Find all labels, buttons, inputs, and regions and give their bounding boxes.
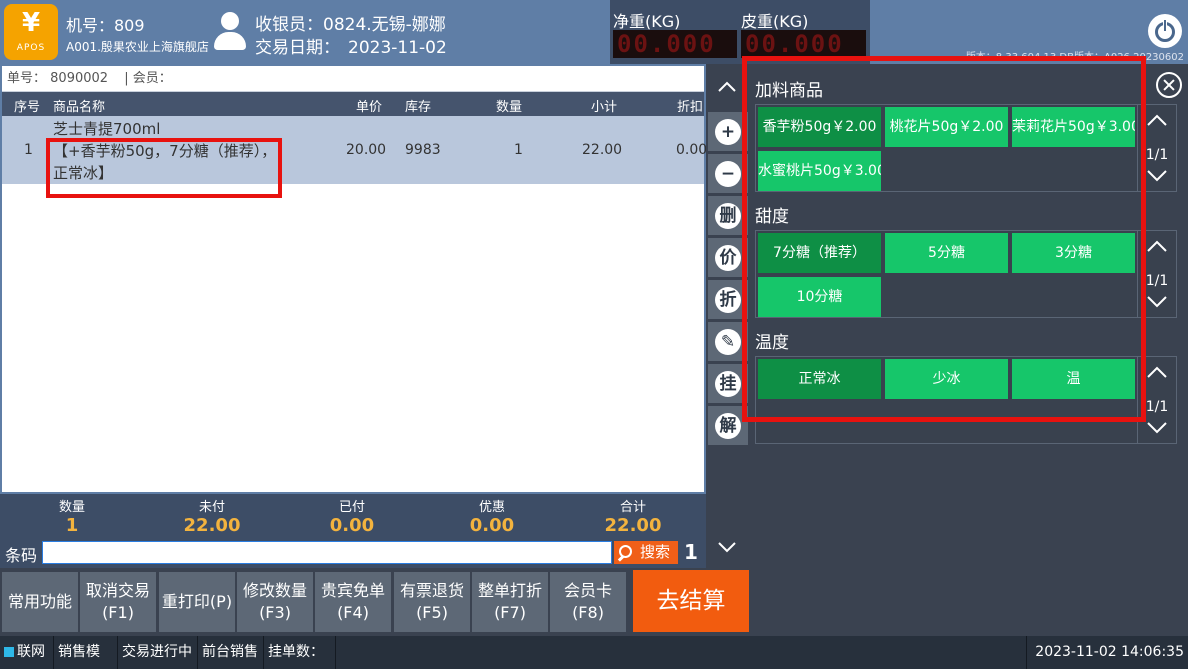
net-weight-label: 净重(KG): [613, 12, 681, 31]
checkout-button[interactable]: 去结算: [633, 570, 749, 632]
pencil-icon: ✎: [715, 329, 741, 355]
col-price: 单价: [356, 100, 383, 115]
order-panel: 单号： 8090002 | 会员： 序号 商品名称 单价 库存 数量 小计 折扣…: [0, 64, 708, 494]
total-paid: 已付 0.00: [329, 500, 375, 536]
page-up-icon[interactable]: [1146, 113, 1168, 127]
total-unpaid: 未付 22.00: [183, 500, 241, 536]
col-seq: 序号: [14, 100, 41, 115]
row-subtotal: 22.00: [582, 142, 623, 158]
yuan-icon: ¥: [21, 8, 41, 38]
cashier-name: 收银员：0824.无锡-娜娜: [255, 15, 446, 35]
col-qty: 数量: [496, 100, 523, 115]
common-functions-button[interactable]: 常用功能: [2, 572, 78, 632]
power-button[interactable]: [1148, 14, 1182, 48]
refund-button[interactable]: 有票退货 (F5): [394, 572, 470, 632]
total-discount: 优惠 0.00: [469, 500, 515, 536]
reprint-button[interactable]: 重打印(P): [159, 572, 235, 632]
barcode-label: 条码: [5, 546, 38, 565]
mode-status: 销售模式: [54, 636, 118, 669]
modify-qty-button[interactable]: 修改数量 (F3): [237, 572, 313, 632]
page-up-icon[interactable]: [1146, 239, 1168, 253]
table-header: 序号 商品名称 单价 库存 数量 小计 折扣: [2, 92, 704, 116]
logo-text: APOS: [16, 43, 46, 53]
row-price: 20.00: [346, 142, 387, 158]
row-qty: 1: [514, 142, 523, 158]
item-count: 1: [684, 540, 698, 564]
network-status: 联网: [0, 636, 54, 669]
page-down-icon[interactable]: [1146, 295, 1168, 309]
tare-weight-label: 皮重(KG): [741, 12, 809, 31]
page-down-icon[interactable]: [1146, 169, 1168, 183]
page-down-icon[interactable]: [1146, 421, 1168, 435]
row-seq: 1: [24, 142, 33, 158]
order-number: 8090002: [50, 71, 109, 86]
pos-screen: ¥ APOS 机号：809 A001.殷果农业上海旗舰店 收银员：0824.无锡…: [0, 0, 1188, 669]
col-subtotal: 小计: [591, 100, 618, 115]
network-icon: [4, 647, 14, 657]
user-icon: [212, 12, 248, 52]
apos-logo: ¥ APOS: [4, 4, 58, 60]
net-weight-value: 00.000: [613, 30, 737, 58]
tare-weight-value: 00.000: [741, 30, 866, 58]
page-up-icon[interactable]: [1146, 365, 1168, 379]
member-label: | 会员：: [124, 71, 172, 86]
member-card-button[interactable]: 会员卡 (F8): [550, 572, 626, 632]
header-right: 版本：8.33.604.13 DB版本：A026.20230602: [870, 0, 1188, 64]
store-name: A001.殷果农业上海旗舰店: [66, 40, 209, 54]
total-qty: 数量 1: [58, 500, 85, 536]
search-button[interactable]: 搜索: [614, 541, 678, 564]
row-stock: 9983: [405, 142, 441, 158]
trading-status: 交易进行中: [118, 636, 198, 669]
order-info: 单号： 8090002 | 会员：: [2, 66, 704, 92]
vip-free-button[interactable]: 贵宾免单 (F4): [315, 572, 391, 632]
scale-display: 净重(KG) 皮重(KG) 00.000 00.000: [610, 0, 870, 64]
scroll-up-icon[interactable]: [716, 76, 738, 98]
highlight-box-order-options: [46, 138, 282, 198]
totals-bar: 数量 1 未付 22.00 已付 0.00 优惠 0.00 合计 22.00: [0, 494, 706, 538]
col-stock: 库存: [405, 100, 432, 115]
front-sales-status: 前台销售: [198, 636, 264, 669]
minus-icon: −: [715, 161, 741, 187]
cancel-transaction-button[interactable]: 取消交易 (F1): [80, 572, 156, 632]
status-bar: 联网 销售模式 交易进行中 前台销售 挂单数：0 2023-11-02 14:0…: [0, 636, 1188, 669]
trade-date: 交易日期： 2023-11-02: [255, 38, 447, 58]
machine-number: 机号：809: [66, 16, 145, 35]
scroll-down-icon[interactable]: [716, 536, 738, 558]
clock: 2023-11-02 14:06:35: [1026, 636, 1188, 669]
hold-count-status: 挂单数：0: [264, 636, 336, 669]
function-keys: 常用功能 取消交易 (F1) 重打印(P) 修改数量 (F3) 贵宾免单 (F4) 有…: [0, 570, 750, 634]
plus-icon: +: [715, 119, 741, 145]
close-icon[interactable]: [1156, 72, 1182, 98]
highlight-box-options-panel: [742, 56, 1146, 422]
col-name: 商品名称: [53, 100, 106, 115]
barcode-bar: 条码 搜索 1: [0, 538, 706, 568]
barcode-input[interactable]: [42, 541, 612, 564]
row-name-line1: 芝士青提700ml: [53, 120, 161, 138]
row-discount: 0.00: [676, 142, 708, 158]
total-sum: 合计 22.00: [604, 500, 662, 536]
whole-discount-button[interactable]: 整单打折 (F7): [472, 572, 548, 632]
col-discount: 折扣: [677, 100, 704, 115]
